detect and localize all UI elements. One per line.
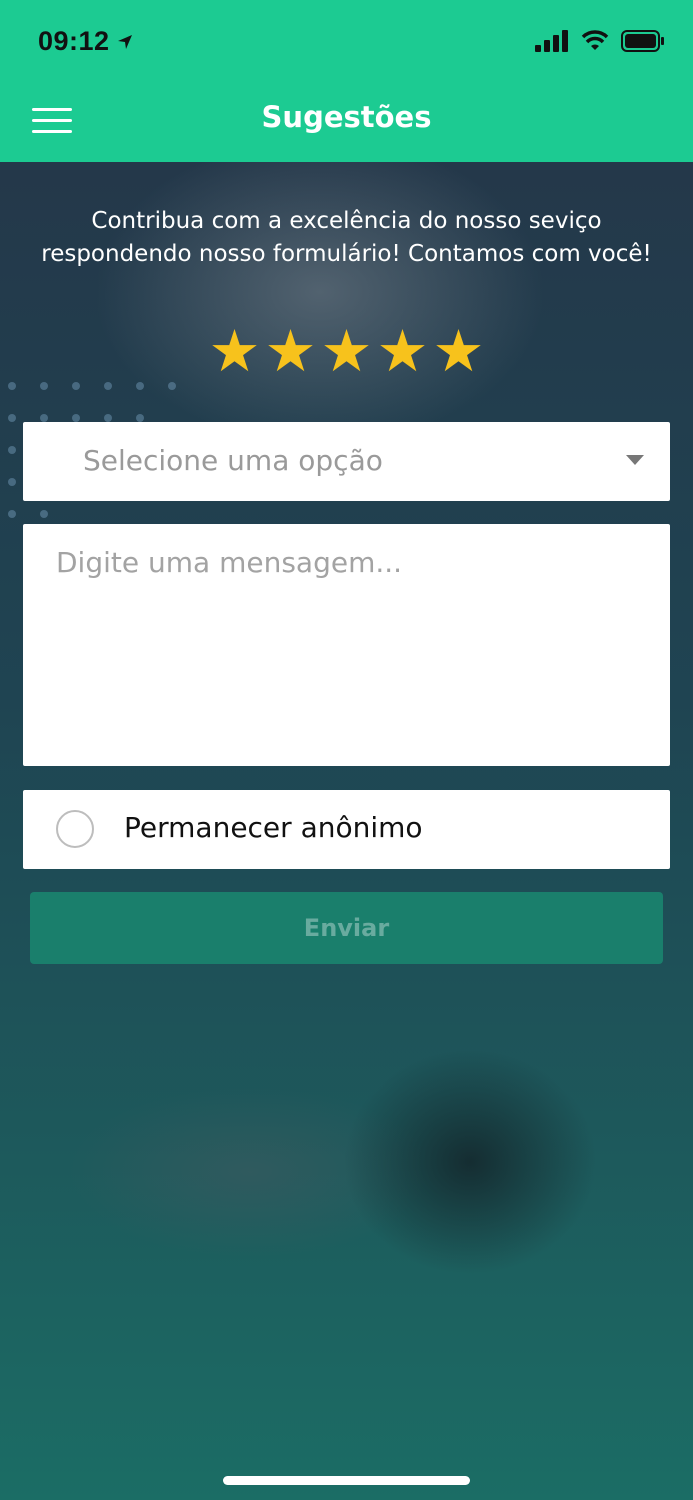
- status-time: 09:12: [38, 26, 134, 57]
- option-select[interactable]: Selecione uma opção: [23, 422, 670, 501]
- star-rating: ★★★★★: [0, 318, 693, 384]
- anonymous-label: Permanecer anônimo: [124, 811, 423, 844]
- star-icon[interactable]: ★: [377, 318, 429, 384]
- app-header: 09:12 Sugestões: [0, 0, 693, 162]
- star-icon[interactable]: ★: [265, 318, 317, 384]
- wifi-icon: [581, 30, 609, 50]
- star-icon[interactable]: ★: [209, 318, 261, 384]
- page-title: Sugestões: [261, 100, 432, 134]
- message-textarea[interactable]: [23, 524, 670, 766]
- star-icon[interactable]: ★: [321, 318, 373, 384]
- signal-icon: [535, 30, 568, 52]
- battery-icon: [621, 30, 664, 52]
- send-button[interactable]: Enviar: [30, 892, 663, 964]
- select-placeholder: Selecione uma opção: [83, 444, 383, 477]
- anonymous-option[interactable]: Permanecer anônimo: [23, 790, 670, 869]
- status-icons: [535, 30, 665, 52]
- caret-down-icon: [626, 455, 644, 465]
- intro-text: Contribua com a excelência do nosso sevi…: [41, 208, 652, 267]
- location-arrow-icon: [117, 34, 132, 49]
- star-icon[interactable]: ★: [433, 318, 485, 384]
- anonymous-radio[interactable]: [56, 810, 94, 848]
- home-indicator: [223, 1476, 470, 1485]
